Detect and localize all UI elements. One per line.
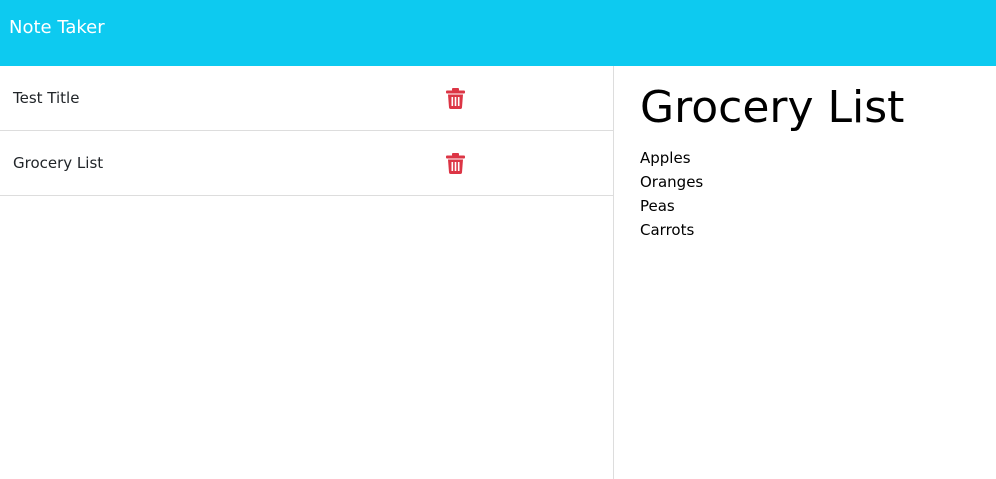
- note-title: Grocery List: [13, 154, 104, 172]
- note-line: Oranges: [640, 173, 704, 191]
- note-line: Carrots: [640, 221, 695, 239]
- trash-icon[interactable]: [446, 88, 465, 109]
- list-item[interactable]: Grocery List: [0, 131, 613, 196]
- note-title-display: Grocery List: [640, 82, 905, 133]
- navbar: Note Taker: [0, 0, 996, 66]
- app-title[interactable]: Note Taker: [9, 17, 105, 39]
- note-line: Peas: [640, 197, 675, 215]
- trash-icon[interactable]: [446, 153, 465, 174]
- note-title: Test Title: [13, 89, 80, 107]
- note-list: Test Title Grocery List: [0, 66, 613, 196]
- list-item[interactable]: Test Title: [0, 66, 613, 131]
- note-list-pane: Test Title Grocery List: [0, 66, 614, 479]
- note-detail-pane: Grocery List Apples Oranges Peas Carrots: [614, 66, 996, 479]
- note-line: Apples: [640, 149, 691, 167]
- note-text-display: Apples Oranges Peas Carrots: [640, 146, 703, 242]
